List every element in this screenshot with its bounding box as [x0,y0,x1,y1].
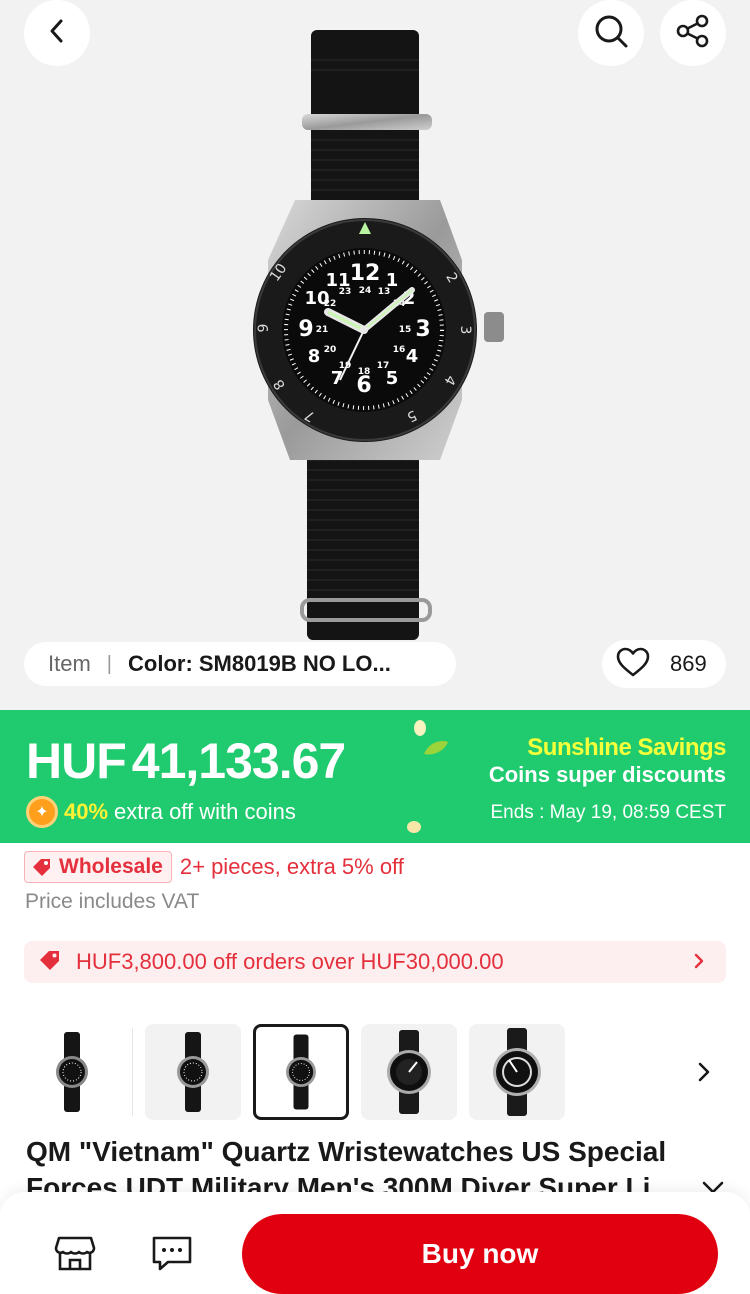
thumbnail-2[interactable] [145,1024,241,1120]
price-currency: HUF [26,733,127,789]
svg-text:4: 4 [406,346,419,367]
watch-thumbnail-image [56,1032,88,1112]
thumbnail-5[interactable] [469,1024,565,1120]
promo-end-time: Ends : May 19, 08:59 CEST [490,802,726,823]
variant-color-value: Color: SM8019B NO LO... [128,651,391,676]
thumbnails-next-button[interactable] [696,1058,712,1091]
svg-text:16: 16 [393,345,406,355]
watch-thumbnail-image [177,1032,209,1112]
wholesale-badge-label: Wholesale [59,855,163,878]
product-title: QM "Vietnam" Quartz Wristewatches US Spe… [26,1136,674,1200]
svg-text:13: 13 [378,287,391,297]
wishlist-button[interactable]: 869 [602,640,726,688]
heart-icon [616,647,650,682]
svg-text:20: 20 [324,345,337,355]
watch-thumbnail-image [286,1034,316,1110]
coin-icon: ✦ [26,796,58,828]
thumbnail-4[interactable] [361,1024,457,1120]
store-button[interactable] [54,1234,96,1277]
message-button[interactable] [150,1234,194,1277]
leaf-icon [407,821,421,833]
wholesale-text: 2+ pieces, extra 5% off [179,854,404,879]
price-amount: 41,133.67 [131,733,346,789]
svg-text:5: 5 [386,368,399,389]
svg-text:9: 9 [256,324,272,333]
bottom-action-bar: Buy now [0,1192,750,1294]
store-icon [54,1236,96,1276]
coupon-tag-icon [38,948,62,977]
svg-text:3: 3 [457,326,473,335]
share-button[interactable] [660,0,726,66]
variant-selector[interactable]: Item | Color: SM8019B NO LO... [24,642,456,686]
variant-separator: | [106,652,112,675]
wholesale-offer: Wholesale 2+ pieces, extra 5% off [24,851,404,883]
svg-text:17: 17 [377,361,390,371]
search-icon [593,13,629,54]
tag-icon [33,859,50,876]
coin-percent: 40% [64,799,109,824]
back-button[interactable] [24,0,90,66]
leaf-icon [424,741,448,755]
share-icon [675,13,711,54]
svg-text:23: 23 [339,287,352,297]
thumbnail-3-selected[interactable] [253,1024,349,1120]
back-arrow-icon [46,18,68,49]
svg-text:9: 9 [298,317,313,342]
price-banner: HUF 41,133.67 ✦ 40% extra off with coins … [0,710,750,843]
wholesale-badge: Wholesale [24,851,172,883]
search-button[interactable] [578,0,644,66]
favorites-count: 869 [670,651,707,676]
svg-text:22: 22 [324,299,337,309]
promo-title: Sunshine Savings [527,734,726,761]
message-icon [150,1236,194,1276]
vat-note: Price includes VAT [25,890,200,913]
coins-discount[interactable]: ✦ 40% extra off with coins [26,796,296,828]
thumbnail-divider [132,1028,133,1116]
svg-text:12: 12 [350,261,381,286]
product-main-image: 10 2 3 4 5 9 8 7 12 24 1 13 2 14 3 15 4 … [253,30,504,640]
thumbnail-1[interactable] [24,1024,120,1120]
coupon-banner[interactable]: HUF3,800.00 off orders over HUF30,000.00 [24,941,726,983]
svg-text:24: 24 [359,286,372,296]
chevron-right-icon [696,1062,712,1090]
watch-thumbnail-image [493,1028,541,1116]
price: HUF 41,133.67 [26,732,346,790]
coupon-text: HUF3,800.00 off orders over HUF30,000.00 [76,949,504,974]
buy-now-button[interactable]: Buy now [242,1214,718,1294]
svg-text:8: 8 [308,346,321,367]
watch-thumbnail-image [387,1030,431,1114]
chevron-right-icon [692,950,706,977]
promo-subtitle: Coins super discounts [488,762,726,787]
svg-text:18: 18 [358,367,371,377]
variant-item-label: Item [48,651,91,676]
coin-text: extra off with coins [114,799,296,824]
svg-text:3: 3 [415,317,430,342]
product-image-gallery[interactable]: 10 2 3 4 5 9 8 7 12 24 1 13 2 14 3 15 4 … [0,0,750,710]
svg-text:21: 21 [316,325,329,335]
svg-text:15: 15 [399,325,412,335]
leaf-icon [414,720,426,736]
